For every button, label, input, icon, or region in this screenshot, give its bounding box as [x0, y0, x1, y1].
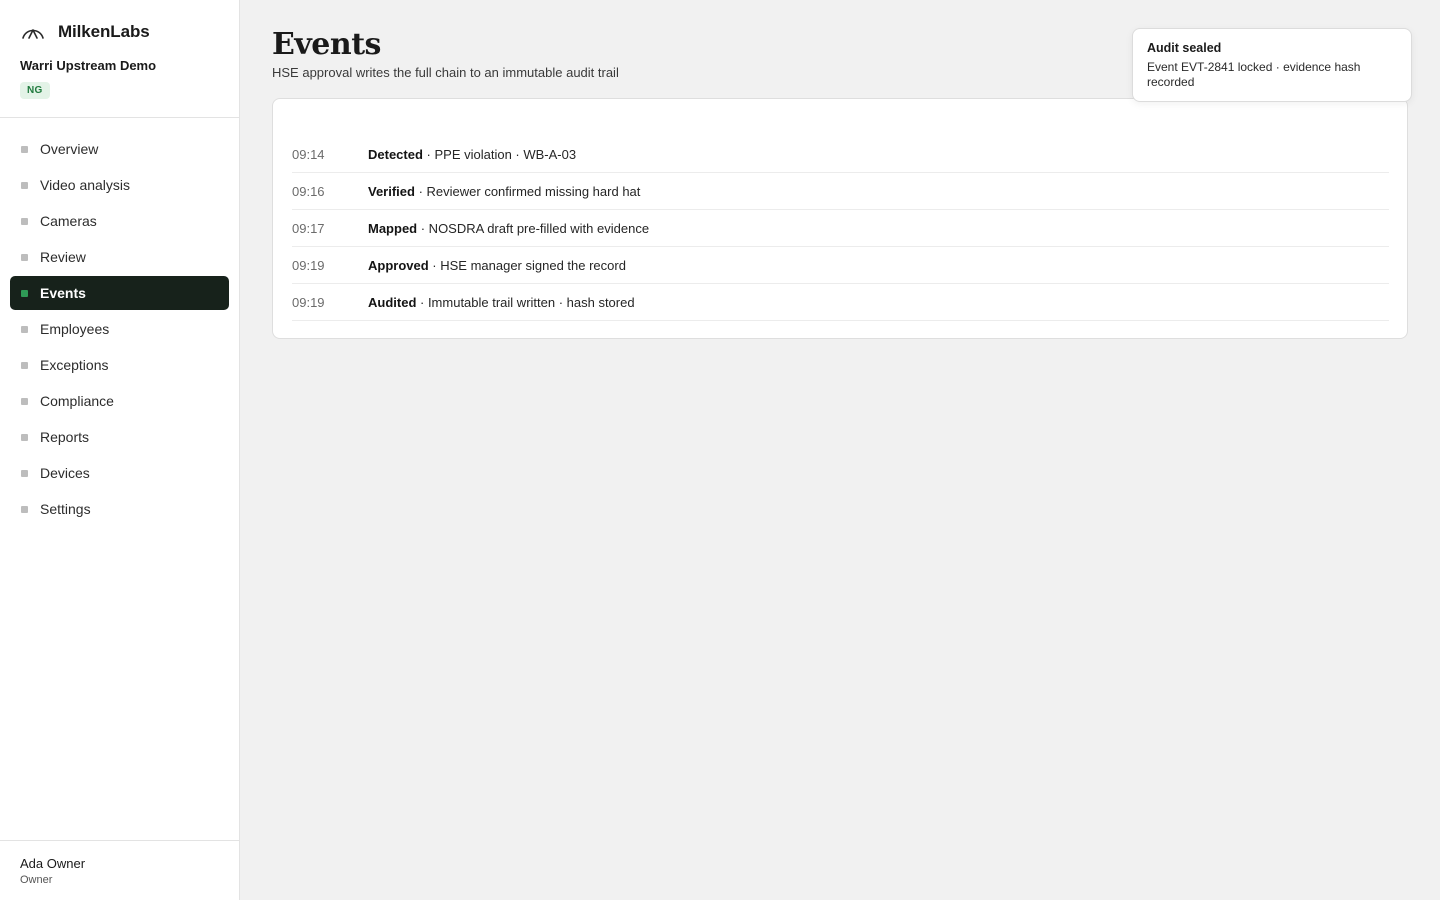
timeline-detail: · Immutable trail written · hash stored [416, 294, 635, 310]
timeline-detail: · PPE violation · WB-A-03 [422, 146, 577, 162]
brand-name: MilkenLabs [58, 22, 150, 41]
sidebar-item-label: Review [40, 249, 86, 265]
timeline-row[interactable]: 09:19 Approved · HSE manager signed the … [292, 247, 1389, 284]
sidebar-nav: Overview Video analysis Cameras Review E… [10, 132, 229, 528]
sidebar-item-label: Cameras [40, 213, 97, 229]
nav-bullet-icon [21, 325, 28, 333]
sidebar-item-reports[interactable]: Reports [10, 420, 229, 454]
sidebar-item-label: Overview [40, 141, 99, 157]
region-badge: NG [20, 82, 50, 99]
timeline-row[interactable]: 09:17 Mapped · NOSDRA draft pre-filled w… [292, 210, 1389, 247]
nav-bullet-icon [21, 433, 28, 441]
user-divider [0, 840, 239, 841]
sidebar: MilkenLabs Warri Upstream Demo NG Overvi… [0, 0, 240, 900]
sidebar-item-label: Devices [40, 465, 90, 481]
sidebar-item-events[interactable]: Events [10, 276, 229, 310]
timeline-text: Verified · Reviewer confirmed missing ha… [368, 184, 640, 199]
sidebar-item-video-analysis[interactable]: Video analysis [10, 168, 229, 202]
timeline-detail: · HSE manager signed the record [428, 257, 626, 273]
sidebar-item-exceptions[interactable]: Exceptions [10, 348, 229, 382]
sidebar-item-label: Reports [40, 429, 90, 445]
nav-bullet-icon [21, 505, 28, 513]
nav-bullet-icon [21, 181, 28, 189]
timeline-stage: Audited [368, 294, 417, 310]
timeline-stage: Detected [368, 146, 423, 162]
sidebar-item-review[interactable]: Review [10, 240, 229, 274]
nav-bullet-icon [21, 253, 28, 261]
sidebar-item-label: Video analysis [40, 177, 131, 193]
timeline-detail: · Reviewer confirmed missing hard hat [414, 183, 641, 199]
timeline-time: 09:19 [292, 257, 325, 273]
event-timeline-panel: 09:14 Detected · PPE violation · WB-A-03… [272, 98, 1408, 339]
sidebar-item-label: Settings [40, 501, 91, 517]
timeline-row[interactable]: 09:14 Detected · PPE violation · WB-A-03 [292, 136, 1389, 173]
sidebar-item-cameras[interactable]: Cameras [10, 204, 229, 238]
sidebar-item-settings[interactable]: Settings [10, 492, 229, 526]
user-name[interactable]: Ada Owner [20, 856, 85, 871]
nav-bullet-icon [21, 289, 28, 297]
sidebar-item-label: Events [40, 285, 86, 301]
toast-title: Audit sealed [1147, 41, 1222, 55]
timeline-row[interactable]: 09:16 Verified · Reviewer confirmed miss… [292, 173, 1389, 210]
event-timeline: 09:14 Detected · PPE violation · WB-A-03… [292, 136, 1389, 321]
audit-toast[interactable]: Audit sealed Event EVT-2841 locked · evi… [1132, 28, 1412, 102]
sidebar-item-label: Exceptions [40, 357, 109, 373]
nav-bullet-icon [21, 361, 28, 369]
sidebar-item-compliance[interactable]: Compliance [10, 384, 229, 418]
sidebar-item-overview[interactable]: Overview [10, 132, 229, 166]
timeline-row[interactable]: 09:19 Audited · Immutable trail written … [292, 284, 1389, 321]
nav-bullet-icon [21, 469, 28, 477]
sidebar-item-devices[interactable]: Devices [10, 456, 229, 490]
timeline-time: 09:17 [292, 220, 325, 236]
sidebar-item-label: Compliance [40, 393, 114, 409]
timeline-stage: Approved [368, 257, 429, 273]
sidebar-item-employees[interactable]: Employees [10, 312, 229, 346]
toast-body: Event EVT-2841 locked · evidence hash re… [1147, 60, 1361, 89]
sidebar-item-label: Employees [40, 321, 110, 337]
org-name: Warri Upstream Demo [20, 58, 157, 73]
sidebar-divider [0, 117, 239, 118]
nav-bullet-icon [21, 145, 28, 153]
timeline-time: 09:19 [292, 294, 325, 310]
timeline-text: Approved · HSE manager signed the record [368, 258, 626, 273]
page-title: Events [272, 27, 381, 62]
timeline-stage: Verified [368, 183, 415, 199]
timeline-text: Mapped · NOSDRA draft pre-filled with ev… [368, 221, 649, 236]
mountain-arc-icon [22, 29, 44, 39]
timeline-detail: · NOSDRA draft pre-filled with evidence [417, 220, 650, 236]
timeline-time: 09:14 [292, 146, 325, 162]
timeline-text: Audited · Immutable trail written · hash… [368, 295, 635, 310]
nav-bullet-icon [21, 397, 28, 405]
page-subtitle: HSE approval writes the full chain to an… [272, 65, 619, 80]
user-role: Owner [20, 874, 53, 886]
brand[interactable]: MilkenLabs [20, 20, 150, 44]
timeline-text: Detected · PPE violation · WB-A-03 [368, 147, 576, 162]
timeline-stage: Mapped [368, 220, 418, 236]
timeline-time: 09:16 [292, 183, 325, 199]
nav-bullet-icon [21, 217, 28, 225]
